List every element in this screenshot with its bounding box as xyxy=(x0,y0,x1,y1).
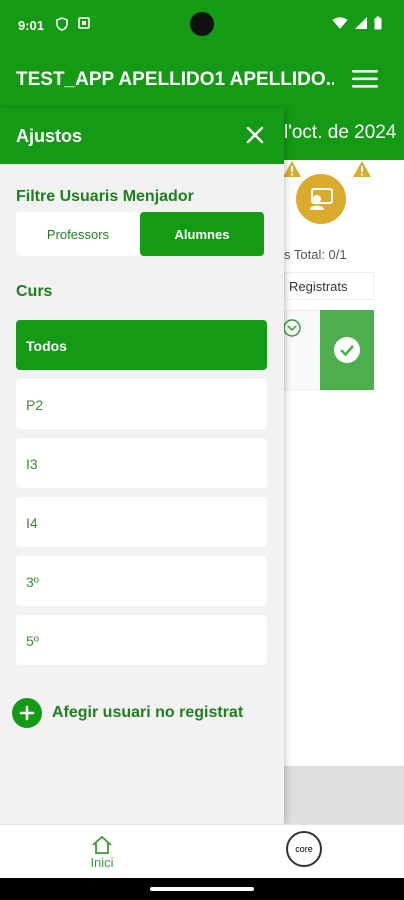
camera-cutout xyxy=(190,12,214,36)
teacher-icon xyxy=(310,188,333,210)
course-label: 3º xyxy=(26,574,39,590)
check-icon xyxy=(334,337,360,363)
user-type-toggle: Professors Alumnes xyxy=(16,212,264,256)
curs-label: Curs xyxy=(16,283,53,300)
drawer-title: Ajustos xyxy=(16,126,83,146)
background-content: l'oct. de 2024 s Total: 0/1 Registrats xyxy=(284,108,404,824)
status-icons-left xyxy=(56,17,90,31)
hamburger-menu-icon[interactable] xyxy=(352,68,380,90)
course-label: I3 xyxy=(26,456,38,472)
course-label: I4 xyxy=(26,515,38,531)
course-label: P2 xyxy=(26,397,44,413)
app-title: TEST_APP APELLIDO1 APELLIDO... xyxy=(16,69,334,90)
check-button[interactable] xyxy=(320,310,374,390)
tab-registrats-label: Registrats xyxy=(289,279,348,294)
home-icon xyxy=(92,835,112,854)
tab-registrats[interactable]: Registrats xyxy=(284,272,374,300)
course-item-i3[interactable]: I3 xyxy=(16,438,267,488)
course-item-3[interactable]: 3º xyxy=(16,556,267,606)
shield-icon xyxy=(56,17,68,31)
date-header: l'oct. de 2024 xyxy=(284,108,404,160)
toggle-professors[interactable]: Professors xyxy=(16,212,140,256)
system-nav-bar xyxy=(0,878,404,900)
settings-drawer: Ajustos Filtre Usuaris Menjador Professo… xyxy=(0,108,284,824)
course-label: Todos xyxy=(26,338,67,354)
nav-home[interactable]: Inici xyxy=(80,835,124,870)
core-logo-text: core xyxy=(295,844,313,854)
close-icon[interactable] xyxy=(246,126,264,144)
filter-label: Filtre Usuaris Menjador xyxy=(16,188,194,205)
status-icons-right xyxy=(332,16,382,30)
notification-icon xyxy=(78,17,90,29)
app-bar: TEST_APP APELLIDO1 APELLIDO... xyxy=(0,52,404,108)
battery-icon xyxy=(374,16,382,30)
chevron-down-icon[interactable] xyxy=(284,319,301,337)
add-unregistered-user-button[interactable]: Afegir usuari no registrat xyxy=(12,698,243,728)
toggle-alumnes[interactable]: Alumnes xyxy=(140,212,264,256)
warning-icon xyxy=(353,161,371,177)
nav-home-label: Inici xyxy=(90,855,114,870)
bottom-nav: Inici core xyxy=(0,824,404,878)
plus-icon xyxy=(12,698,42,728)
teacher-avatar xyxy=(296,174,346,224)
status-bar: 9:01 xyxy=(0,0,404,52)
course-item-i4[interactable]: I4 xyxy=(16,497,267,547)
course-label: 5º xyxy=(26,633,39,649)
course-item-5[interactable]: 5º xyxy=(16,615,267,665)
drawer-header: Ajustos xyxy=(0,108,284,164)
signal-icon xyxy=(355,17,367,29)
gesture-handle[interactable] xyxy=(150,887,254,891)
core-logo-button[interactable]: core xyxy=(286,831,322,867)
add-user-label: Afegir usuari no registrat xyxy=(52,704,244,721)
total-counter: s Total: 0/1 xyxy=(284,247,347,262)
wifi-icon xyxy=(332,17,348,29)
background-footer-area xyxy=(284,766,404,824)
course-item-p2[interactable]: P2 xyxy=(16,379,267,429)
course-item-todos[interactable]: Todos xyxy=(16,320,267,370)
status-time: 9:01 xyxy=(18,18,45,33)
